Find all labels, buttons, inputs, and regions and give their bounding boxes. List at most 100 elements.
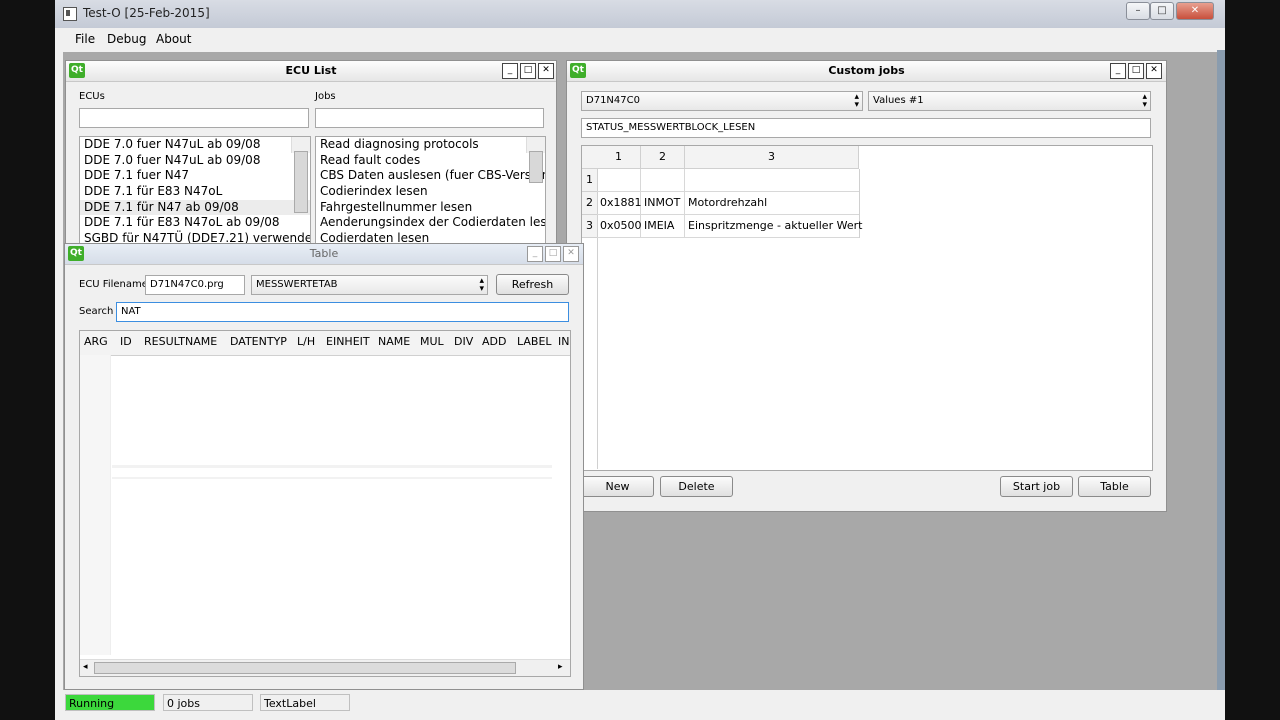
column-header[interactable]: ADD <box>482 331 506 353</box>
menu-file[interactable]: File <box>75 32 95 46</box>
maximize-button[interactable]: □ <box>1150 2 1174 20</box>
close-button[interactable]: ✕ <box>1176 2 1214 20</box>
search-input[interactable]: NAT <box>116 302 569 322</box>
column-header[interactable]: MUL <box>420 331 444 353</box>
scroll-thumb[interactable] <box>529 151 543 183</box>
column-header[interactable]: DATENTYP <box>230 331 287 353</box>
ecus-filter-input[interactable] <box>79 108 309 128</box>
custom-jobs-table[interactable]: 1 2 3 1 2 3 0x1881 INMOT Motordrehzahl 0… <box>581 145 1153 471</box>
column-header[interactable]: IN <box>558 331 569 353</box>
column-header[interactable]: 3 <box>685 146 859 169</box>
column-header[interactable]: 2 <box>641 146 685 169</box>
job-name-field[interactable]: STATUS_MESSWERTBLOCK_LESEN <box>581 118 1151 138</box>
combo-arrows-icon: ▴ ▾ <box>479 276 484 294</box>
table-select[interactable]: MESSWERTETAB ▴ ▾ <box>251 275 488 295</box>
column-header[interactable]: RESULTNAME <box>144 331 217 353</box>
status-running: Running <box>65 694 155 711</box>
maximize-icon[interactable]: □ <box>1128 63 1144 79</box>
list-item[interactable]: DDE 7.0 fuer N47uL ab 09/08 <box>80 153 310 169</box>
column-header[interactable]: ARG <box>84 331 108 353</box>
list-item-selected[interactable]: DDE 7.1 für N47 ab 09/08 <box>80 199 310 216</box>
close-icon[interactable]: ✕ <box>1146 63 1162 79</box>
status-bar: Running 0 jobs TextLabel <box>55 690 1225 720</box>
list-item[interactable]: DDE 7.1 für E83 N47oL <box>80 184 310 200</box>
column-header[interactable]: 1 <box>597 146 641 169</box>
delete-button[interactable]: Delete <box>660 476 733 497</box>
minimize-icon[interactable]: _ <box>502 63 518 79</box>
table-cell[interactable]: Motordrehzahl <box>688 192 767 214</box>
menu-debug[interactable]: Debug <box>107 32 146 46</box>
results-table[interactable]: ARG ID RESULTNAME DATENTYP L/H EINHEIT N… <box>79 330 571 677</box>
table-window: Qt Table _ □ ✕ ECU Filename D71N47C0.prg… <box>64 243 584 690</box>
start-job-button[interactable]: Start job <box>1000 476 1073 497</box>
column-header[interactable]: NAME <box>378 331 410 353</box>
grid-line <box>684 169 685 237</box>
column-header[interactable]: DIV <box>454 331 473 353</box>
list-item[interactable]: DDE 7.1 für E83 N47oL ab 09/08 <box>80 215 310 231</box>
list-item[interactable]: CBS Daten auslesen (fuer CBS-Version 4 <box>316 168 545 184</box>
window-title: Test-O [25-Feb-2015] <box>83 6 210 20</box>
app-icon <box>63 7 77 21</box>
scroll-thumb[interactable] <box>294 151 308 213</box>
close-icon[interactable]: ✕ <box>563 246 579 262</box>
table-body: 0x1881 INMOT Motordrehzahl 0x0500 IMEIA … <box>597 169 862 238</box>
table-cell[interactable]: INMOT <box>644 192 680 214</box>
refresh-button[interactable]: Refresh <box>496 274 569 295</box>
close-icon[interactable]: ✕ <box>538 63 554 79</box>
jobs-scrollbar[interactable] <box>526 137 545 183</box>
jobs-label: Jobs <box>315 91 336 102</box>
column-header[interactable]: L/H <box>297 331 315 353</box>
ecu-select-value: D71N47C0 <box>586 95 640 106</box>
scroll-thumb[interactable] <box>94 662 516 674</box>
ecus-label: ECUs <box>79 91 105 102</box>
ecu-list-window: Qt ECU List _ □ ✕ ECUs Jobs DDE 7.0 fuer… <box>65 60 557 252</box>
combo-arrows-icon: ▴ ▾ <box>854 92 859 110</box>
maximize-icon[interactable]: □ <box>545 246 561 262</box>
minimize-button[interactable]: – <box>1126 2 1150 20</box>
maximize-icon[interactable]: □ <box>520 63 536 79</box>
list-item[interactable]: Read fault codes <box>316 153 545 169</box>
list-item[interactable]: DDE 7.0 fuer N47uL ab 09/08 <box>80 137 310 153</box>
horizontal-scrollbar[interactable]: ◂ ▸ <box>80 659 570 676</box>
minimize-icon[interactable]: _ <box>1110 63 1126 79</box>
table-cell[interactable]: 0x1881 <box>600 192 642 214</box>
new-button[interactable]: New <box>581 476 654 497</box>
jobs-list[interactable]: Read diagnosing protocols Read fault cod… <box>315 136 546 251</box>
table-button[interactable]: Table <box>1078 476 1151 497</box>
ecu-filename-label: ECU Filename <box>79 279 148 290</box>
table-cell[interactable]: IMEIA <box>644 215 674 237</box>
search-label: Search <box>79 306 114 317</box>
table-select-value: MESSWERTETAB <box>256 279 338 290</box>
values-select[interactable]: Values #1 ▴ ▾ <box>868 91 1151 111</box>
row-header[interactable]: 1 <box>582 169 598 192</box>
table-cell[interactable]: 0x0500 <box>600 215 642 237</box>
list-item[interactable]: Aenderungsindex der Codierdaten lese <box>316 215 545 231</box>
ecus-scrollbar[interactable] <box>291 137 310 213</box>
menu-about[interactable]: About <box>156 32 191 46</box>
list-item[interactable]: Codierindex lesen <box>316 184 545 200</box>
scroll-right-icon[interactable]: ▸ <box>558 662 563 672</box>
ecu-select[interactable]: D71N47C0 ▴ ▾ <box>581 91 863 111</box>
table-cell[interactable]: Einspritzmenge - aktueller Wert <box>688 215 862 237</box>
ecus-list[interactable]: DDE 7.0 fuer N47uL ab 09/08 DDE 7.0 fuer… <box>79 136 311 251</box>
scroll-left-icon[interactable]: ◂ <box>83 662 88 672</box>
ecu-list-title: ECU List <box>285 64 337 77</box>
list-item[interactable]: Fahrgestellnummer lesen <box>316 200 545 216</box>
jobs-filter-input[interactable] <box>315 108 544 128</box>
ecu-filename-field[interactable]: D71N47C0.prg <box>145 275 245 295</box>
ecu-list-titlebar: Qt ECU List _ □ ✕ <box>66 61 556 82</box>
list-item[interactable]: DDE 7.1 fuer N47 <box>80 168 310 184</box>
column-header[interactable]: LABEL <box>517 331 552 353</box>
row-header[interactable]: 3 <box>582 215 598 238</box>
row-header-column <box>80 355 111 655</box>
row-header[interactable]: 2 <box>582 192 598 215</box>
menu-bar: File Debug About <box>55 28 1225 50</box>
title-bar: Test-O [25-Feb-2015] – □ ✕ <box>55 0 1225 29</box>
list-item[interactable]: Read diagnosing protocols <box>316 137 545 153</box>
table-title: Table <box>309 247 339 260</box>
grid-artifact <box>112 465 552 468</box>
values-select-value: Values #1 <box>873 95 924 106</box>
column-header[interactable]: EINHEIT <box>326 331 370 353</box>
minimize-icon[interactable]: _ <box>527 246 543 262</box>
column-header[interactable]: ID <box>120 331 132 353</box>
